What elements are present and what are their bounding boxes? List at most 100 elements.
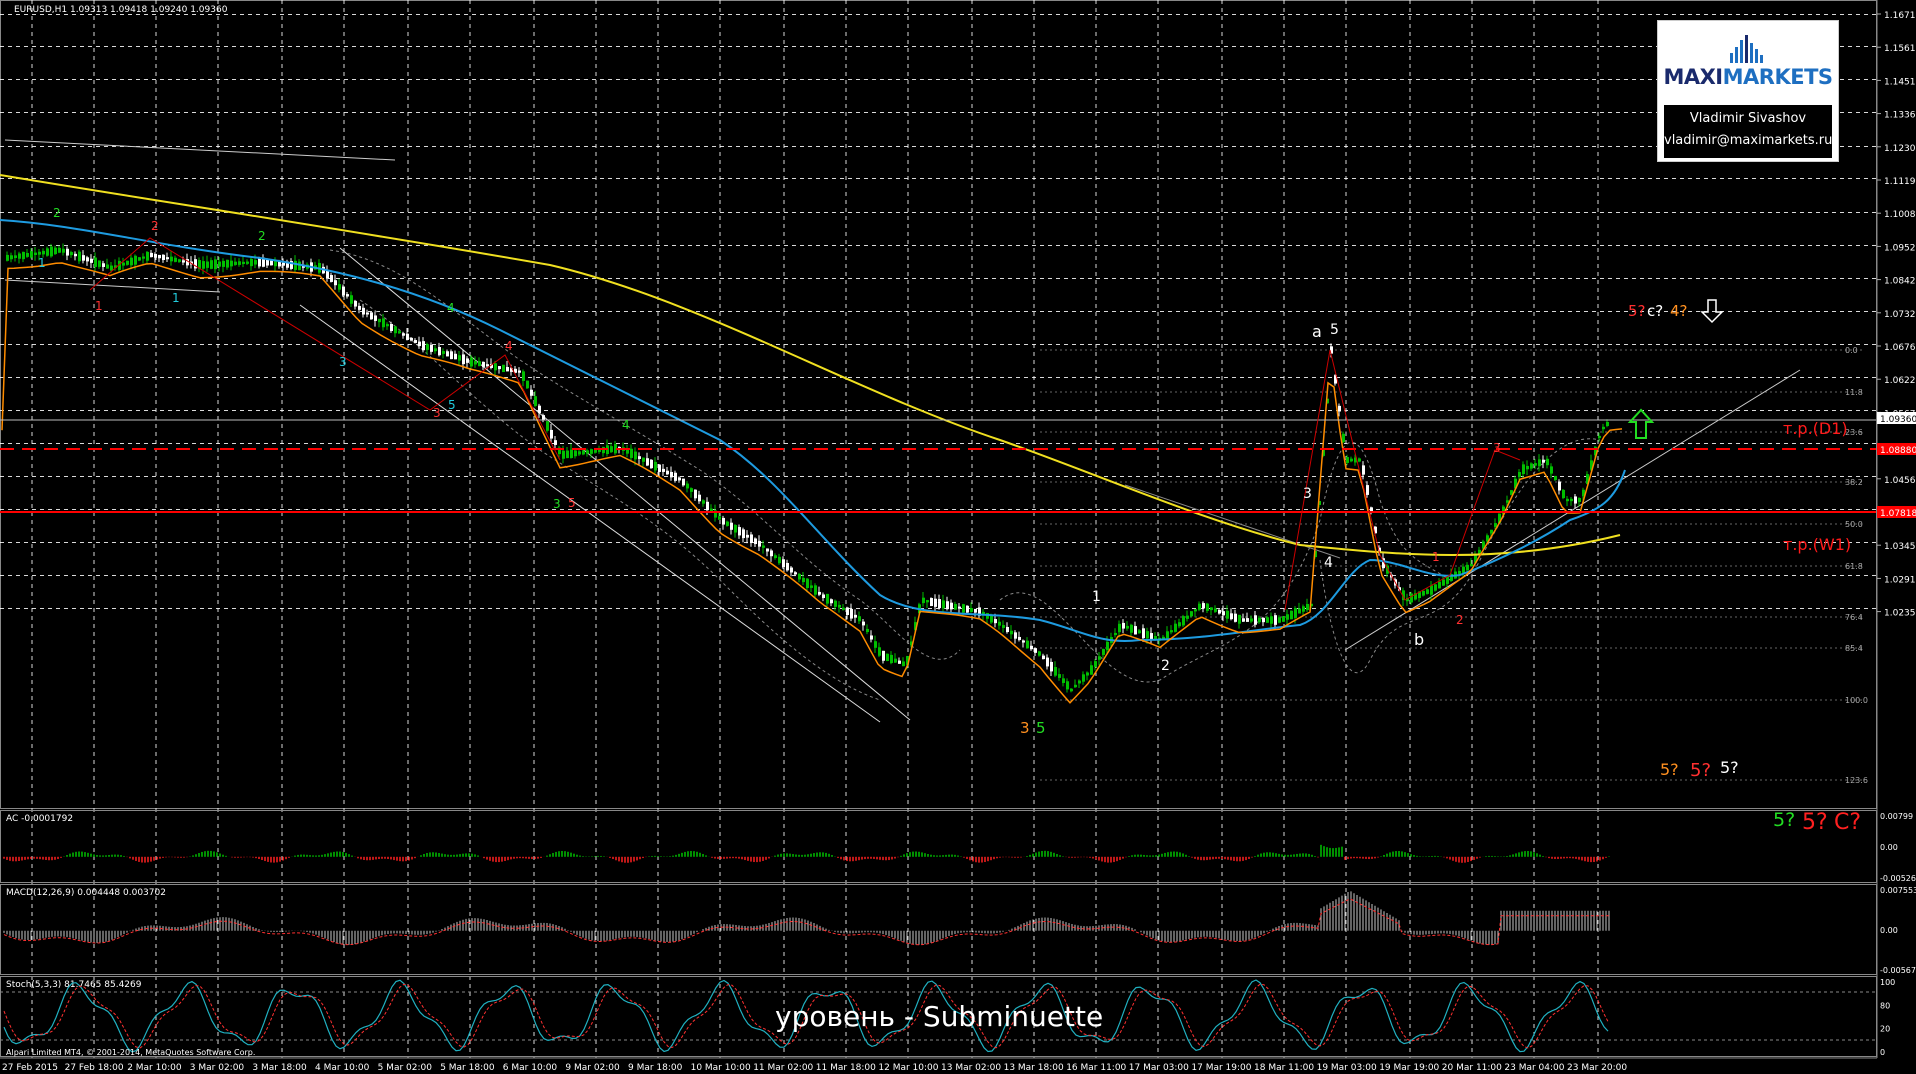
candle-body (894, 658, 897, 663)
candle-body (1226, 610, 1229, 619)
candle-body (1574, 496, 1577, 504)
candle-body (1366, 485, 1369, 495)
candle-body (1150, 633, 1153, 640)
candle-body (1294, 608, 1297, 618)
candle-body (574, 450, 577, 457)
candle-body (374, 315, 377, 321)
candle-body (30, 251, 33, 258)
candle-body (1018, 636, 1021, 641)
fib-label-6: 76.4 (1845, 613, 1863, 622)
candle-body (974, 608, 977, 613)
candle-body (1558, 481, 1561, 491)
candle-body (462, 354, 465, 365)
candle-body (818, 591, 821, 595)
candle-body (630, 448, 633, 458)
candle-body (1298, 608, 1301, 614)
candle-body (6, 254, 9, 261)
candle-body (1250, 618, 1253, 622)
candle-body (958, 606, 961, 609)
candle-body (1106, 641, 1109, 651)
candle-body (1534, 463, 1537, 466)
candle-body (1190, 611, 1193, 617)
ac-indicator-pane: AC -0.0001792 0.00799 0.00 -0.00526 (0, 810, 1916, 883)
candle-body (354, 300, 357, 307)
wave-label-3-orange: 3 (1020, 719, 1030, 737)
candle-body (1542, 459, 1545, 463)
candle-body (734, 524, 737, 533)
candle-body (1478, 549, 1481, 554)
candle-body (698, 494, 701, 502)
candle-body (130, 257, 133, 266)
wave-red-rr1: 1 (1432, 550, 1440, 564)
candle-body (1358, 458, 1361, 462)
price-axis: 1.16715 1.15615 1.14515 1.13360 1.12300 1.111… (1876, 0, 1916, 1058)
wave-label-1: 1 (1092, 589, 1101, 605)
candle-body (878, 647, 881, 656)
wave-green-3b: 3 (553, 497, 561, 511)
channel-line-0 (4, 139, 396, 161)
candle-body (726, 521, 729, 526)
candle-body (1014, 632, 1017, 639)
chart-canvas[interactable]: 0.0 11.8 23.6 38.2 50.0 61.8 76.4 85.4 100.0 123.… (0, 0, 1916, 1074)
logo-wordmark: MAXIMARKETS (1658, 65, 1838, 89)
candle-body (1074, 684, 1077, 688)
time-label-4: 3 Mar 18:00 (252, 1063, 307, 1073)
candle-body (330, 275, 333, 282)
candle-body (1002, 625, 1005, 628)
candle-body (426, 344, 429, 350)
price-label-11: 1.06220 (1884, 376, 1916, 386)
time-label-12: 11 Mar 02:00 (753, 1063, 813, 1073)
macd-signal-line (3, 898, 1609, 946)
candle-body (942, 600, 945, 609)
time-label-6: 5 Mar 02:00 (378, 1063, 433, 1073)
candle-body (266, 259, 269, 266)
stoch-pane-axis-2: 20 (1880, 1025, 1890, 1034)
candle-body (1254, 615, 1257, 625)
candle-body (1350, 458, 1353, 462)
fib-label-7: 85.4 (1845, 644, 1863, 653)
candle-body (938, 599, 941, 609)
candle-body (1274, 615, 1277, 625)
candle-body (1202, 603, 1205, 609)
candle-body (1538, 459, 1541, 467)
candle-body (730, 522, 733, 530)
candle-body (654, 461, 657, 471)
candle-body (766, 548, 769, 552)
wave-label-4: 4 (1324, 555, 1333, 571)
candle-body (802, 577, 805, 583)
wave-green-4b: 4 (622, 418, 630, 432)
candle-body (422, 341, 425, 351)
candle-body (1438, 581, 1441, 589)
candle-body (382, 318, 385, 328)
time-label-1: 27 Feb 18:00 (65, 1063, 124, 1073)
candle-body (126, 260, 129, 265)
candle-body (1050, 661, 1053, 672)
up-arrow-icon (1627, 408, 1655, 439)
candle-body (1230, 613, 1233, 620)
candle-body (1518, 472, 1521, 477)
candle-body (930, 597, 933, 607)
candle-body (850, 608, 853, 619)
wave-labels (89, 237, 1521, 611)
candle-body (970, 608, 973, 612)
price-label-7: 1.09520 (1884, 243, 1916, 253)
logo-top: MAXIMARKETS (1658, 21, 1838, 103)
red-level-1-tag: 1.08880 (1880, 446, 1916, 456)
current-price-tag: 1.09360 (1880, 415, 1916, 425)
wave-degree-caption: уровень - Subminuette (775, 1000, 1104, 1033)
candle-body (1570, 498, 1573, 502)
wave-red-rr3: 3 (1493, 441, 1501, 455)
candle-body (1342, 433, 1345, 443)
candle-body (1122, 622, 1125, 629)
candle-body (542, 415, 545, 421)
forecast-top-1: 5? (1628, 302, 1646, 320)
candle-body (658, 464, 661, 472)
price-label-2: 1.14515 (1884, 77, 1916, 87)
candle-body (1278, 617, 1281, 623)
candle-body (410, 337, 413, 341)
forecast-low-3: C? (1834, 810, 1861, 835)
candle-body (634, 451, 637, 460)
candle-body (1602, 426, 1605, 430)
candle-body (226, 259, 229, 268)
candle-body (842, 607, 845, 610)
